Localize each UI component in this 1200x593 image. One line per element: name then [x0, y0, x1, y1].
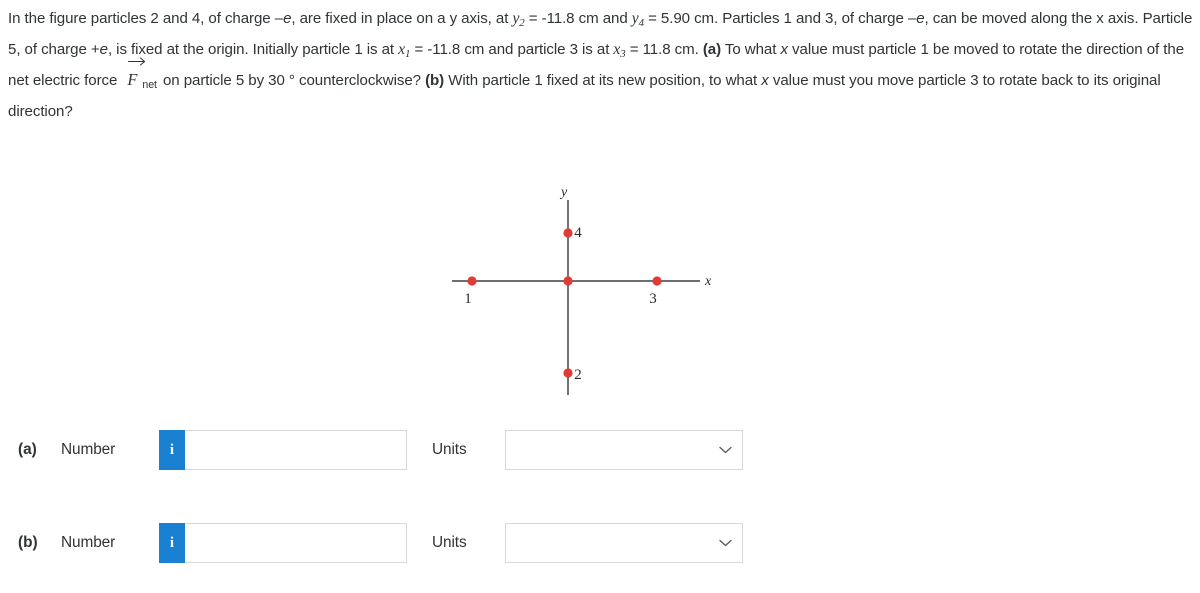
particle-dot-1 — [467, 276, 477, 286]
particle-label-2: 2 — [574, 367, 582, 383]
inline-italic-term: x — [780, 40, 788, 58]
answer-b-number-label: Number — [61, 534, 116, 551]
diagram-particles: 1 2 3 4 — [464, 225, 662, 383]
particle-label-1: 1 — [464, 291, 472, 307]
diagram-axis-labels: xy — [559, 185, 712, 289]
answer-b-units-label: Units — [432, 534, 467, 551]
answer-a-number-field: i — [159, 430, 407, 470]
inline-italic-term: e — [916, 10, 925, 27]
answer-b-units-select[interactable]: mcmmmkm — [505, 523, 743, 563]
answer-row-a: (a) Number i Units mcmmmkm — [0, 430, 1200, 474]
net-force-vector-symbol: Fnet — [127, 57, 157, 99]
x-axis-label: x — [704, 274, 712, 289]
answer-a-units-wrap: mcmmmkm — [505, 430, 743, 470]
part-label-a: (a) — [702, 40, 722, 58]
variable-x1: x1 — [398, 40, 411, 60]
part-label-b: (b) — [425, 72, 445, 90]
vector-arrow-icon — [128, 57, 146, 66]
particle-dot-4 — [563, 228, 573, 238]
info-icon: i — [169, 534, 175, 551]
particle-label-3: 3 — [649, 291, 657, 307]
y-axis-label: y — [559, 185, 568, 200]
info-icon: i — [169, 441, 175, 458]
inline-italic-term: x — [761, 72, 769, 90]
answer-a-units-label: Units — [432, 441, 467, 458]
inline-italic-term: –e — [274, 10, 292, 27]
variable-y4: y4 — [631, 10, 644, 30]
answer-b-units-wrap: mcmmmkm — [505, 523, 743, 563]
info-icon-button-b[interactable]: i — [159, 523, 185, 563]
answer-b-number-field: i — [159, 523, 407, 563]
answer-a-units-select[interactable]: mcmmmkm — [505, 430, 743, 470]
particle-dot-5 — [563, 276, 573, 286]
particle-diagram-figure: 1234 xy — [430, 178, 730, 408]
variable-x3: x3 — [613, 40, 626, 60]
particle-dot-2 — [563, 368, 573, 378]
particle-diagram-svg: 1234 xy — [452, 185, 712, 395]
answer-a-prefix: (a) — [18, 441, 37, 458]
answer-row-b: (b) Number i Units mcmmmkm — [0, 523, 1200, 567]
answer-b-prefix: (b) — [18, 534, 38, 551]
inline-italic-term: e — [99, 40, 108, 58]
variable-y2: y2 — [512, 10, 525, 30]
answer-a-number-input[interactable] — [185, 431, 406, 469]
problem-statement: In the figure particles 2 and 4, of char… — [8, 10, 1193, 120]
particle-dot-3 — [652, 276, 662, 286]
info-icon-button-a[interactable]: i — [159, 430, 185, 470]
answer-a-number-label: Number — [61, 441, 116, 458]
particle-label-4: 4 — [574, 225, 582, 241]
answer-b-number-input[interactable] — [185, 524, 406, 562]
